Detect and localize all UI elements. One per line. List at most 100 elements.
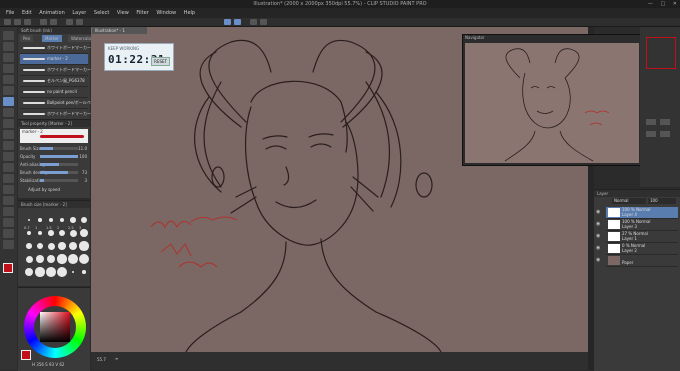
eye-icon[interactable]: ◉ — [596, 233, 602, 239]
brush-item-selected[interactable]: marker - 2 — [20, 54, 88, 65]
brush-size-preset[interactable] — [48, 217, 54, 223]
adjust-by-speed-checkbox[interactable]: Adjust by speed — [20, 186, 88, 193]
brush-size-preset[interactable] — [82, 270, 86, 274]
layer-row[interactable]: 100 % Normal Layer 3 — [606, 219, 678, 231]
dock-button[interactable] — [660, 131, 670, 137]
ruler-snap-icon[interactable] — [234, 19, 241, 25]
eye-icon[interactable]: ◉ — [596, 257, 602, 263]
airbrush-tool-icon[interactable] — [3, 119, 14, 128]
perspective-icon[interactable] — [260, 19, 267, 25]
stabilization-property[interactable]: Stabilization 3 — [20, 177, 88, 184]
brush-size-preset[interactable] — [79, 241, 89, 251]
menu-animation[interactable]: Animation — [39, 8, 65, 18]
layer-row[interactable]: 100 % Normal Layer 4 — [606, 207, 678, 219]
brush-size-preset[interactable] — [46, 254, 56, 264]
gradient-tool-icon[interactable] — [3, 174, 14, 183]
brush-size-preset[interactable] — [71, 270, 75, 274]
eye-icon[interactable]: ◉ — [596, 221, 602, 227]
menu-select[interactable]: Select — [94, 8, 109, 18]
property-slider[interactable] — [40, 179, 78, 182]
menu-layer[interactable]: Layer — [72, 8, 86, 18]
eyedropper-tool-icon[interactable] — [3, 75, 14, 84]
layer-opacity-field[interactable]: 100 — [648, 198, 676, 204]
dock-button[interactable] — [660, 119, 670, 125]
opacity-property[interactable]: Opacity 100 — [20, 153, 88, 160]
brush-size-preset[interactable] — [36, 242, 44, 250]
brush-size-preset[interactable] — [47, 242, 55, 250]
brush-size-preset[interactable] — [27, 218, 31, 222]
eye-icon[interactable]: ◉ — [596, 245, 602, 251]
menu-file[interactable]: File — [6, 8, 14, 18]
color-history-red[interactable] — [646, 37, 676, 69]
brush-size-preset[interactable] — [80, 216, 88, 224]
brush-size-preset[interactable] — [24, 267, 34, 277]
brush-item[interactable]: no paint pencil — [20, 87, 88, 98]
main-color-indicator[interactable] — [21, 350, 31, 360]
new-icon[interactable] — [4, 19, 11, 25]
brush-item[interactable]: ホワイトボードマーカー 2 — [20, 65, 95, 76]
brush-item[interactable]: セルペン風_PG6378 — [20, 76, 88, 87]
redo-icon[interactable] — [50, 19, 57, 25]
brush-size-preset[interactable] — [69, 229, 77, 237]
brush-size-preset[interactable] — [70, 217, 76, 223]
decoration-tool-icon[interactable] — [3, 130, 14, 139]
menu-edit[interactable]: Edit — [22, 8, 32, 18]
minimize-button[interactable]: — — [648, 1, 653, 7]
property-slider[interactable] — [40, 163, 78, 166]
tab-marker[interactable]: Marker — [42, 35, 62, 42]
brush-size-preset[interactable] — [57, 267, 67, 277]
layer-row[interactable]: 0 % Normal Layer 2 — [606, 243, 678, 255]
status-menu-icon[interactable]: ≡ — [115, 356, 118, 361]
layer-row[interactable]: Paper — [606, 255, 678, 267]
document-tab[interactable]: Illustration* - 1 — [92, 27, 147, 34]
fill-tool-icon[interactable] — [3, 163, 14, 172]
brush-size-preset[interactable] — [38, 218, 42, 222]
frame-tool-icon[interactable] — [3, 196, 14, 205]
menu-view[interactable]: View — [117, 8, 129, 18]
menu-help[interactable]: Help — [184, 8, 195, 18]
figure-tool-icon[interactable] — [3, 185, 14, 194]
grid-icon[interactable] — [250, 19, 257, 25]
pen-tool-icon[interactable] — [3, 86, 14, 95]
property-slider[interactable] — [40, 155, 78, 158]
property-slider[interactable] — [40, 147, 78, 150]
brush-size-preset[interactable] — [58, 242, 66, 250]
eye-icon[interactable]: ◉ — [596, 209, 602, 215]
balloon-tool-icon[interactable] — [3, 229, 14, 238]
clear-icon[interactable] — [66, 19, 73, 25]
ruler-tool-icon[interactable] — [3, 207, 14, 216]
operation-tool-icon[interactable] — [3, 53, 14, 62]
dock-button[interactable] — [646, 119, 656, 125]
selection-tool-icon[interactable] — [3, 64, 14, 73]
maximize-button[interactable]: □ — [660, 1, 665, 7]
brush-size-preset[interactable] — [37, 230, 43, 236]
brush-size-preset[interactable] — [59, 217, 65, 223]
saturation-value-square[interactable] — [40, 312, 70, 342]
open-icon[interactable] — [14, 19, 21, 25]
brush-size-preset[interactable] — [80, 229, 88, 237]
brush-size-preset[interactable] — [48, 230, 54, 236]
brush-size-preset[interactable] — [57, 254, 67, 264]
brush-size-preset[interactable] — [68, 241, 78, 251]
brush-size-preset[interactable] — [46, 267, 56, 277]
brush-size-preset[interactable] — [68, 254, 78, 264]
dock-button[interactable] — [646, 131, 656, 137]
layer-row[interactable]: 27 % Normal Layer 1 — [606, 231, 678, 243]
zoom-tool-icon[interactable] — [3, 31, 14, 40]
blend-tool-icon[interactable] — [3, 152, 14, 161]
pencil-tool-icon[interactable] — [3, 97, 14, 106]
text-tool-icon[interactable] — [3, 218, 14, 227]
eraser-tool-icon[interactable] — [3, 141, 14, 150]
blend-mode-select[interactable]: Normal — [612, 198, 646, 204]
brush-size-preset[interactable] — [35, 267, 45, 277]
menu-filter[interactable]: Filter — [136, 8, 148, 18]
brush-size-preset[interactable] — [26, 230, 32, 236]
main-color-swatch[interactable] — [3, 263, 13, 273]
fill-icon[interactable] — [76, 19, 83, 25]
brush-size-preset[interactable] — [25, 255, 33, 263]
brush-size-preset[interactable] — [26, 243, 32, 249]
brush-tool-icon[interactable] — [3, 108, 14, 117]
brush-size-preset[interactable] — [79, 254, 89, 264]
brush-item[interactable]: Ballpoint pen/ボールペン — [20, 98, 95, 109]
save-icon[interactable] — [24, 19, 31, 25]
